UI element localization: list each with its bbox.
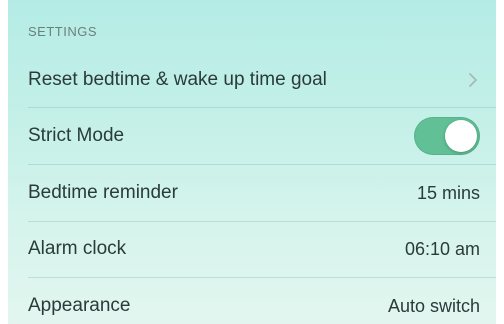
appearance-label: Appearance <box>28 295 131 316</box>
reset-goal-row[interactable]: Reset bedtime & wake up time goal <box>28 52 496 108</box>
bedtime-reminder-label: Bedtime reminder <box>28 182 178 203</box>
reset-goal-label: Reset bedtime & wake up time goal <box>28 69 327 90</box>
strict-mode-row: Strict Mode <box>28 108 496 164</box>
alarm-clock-label: Alarm clock <box>28 238 127 259</box>
section-header-settings: SETTINGS <box>28 24 98 39</box>
bedtime-reminder-row[interactable]: Bedtime reminder 15 mins <box>28 165 496 221</box>
strict-mode-toggle[interactable] <box>414 117 480 155</box>
appearance-row[interactable]: Appearance Auto switch <box>28 278 496 324</box>
settings-panel: SETTINGS Reset bedtime & wake up time go… <box>8 0 496 324</box>
alarm-clock-value: 06:10 am <box>404 238 480 259</box>
chevron-right-icon <box>466 73 480 87</box>
strict-mode-label: Strict Mode <box>28 125 125 146</box>
toggle-knob <box>445 120 477 152</box>
appearance-value: Auto switch <box>387 295 480 316</box>
bedtime-reminder-value: 15 mins <box>416 182 480 203</box>
alarm-clock-row[interactable]: Alarm clock 06:10 am <box>28 221 496 277</box>
